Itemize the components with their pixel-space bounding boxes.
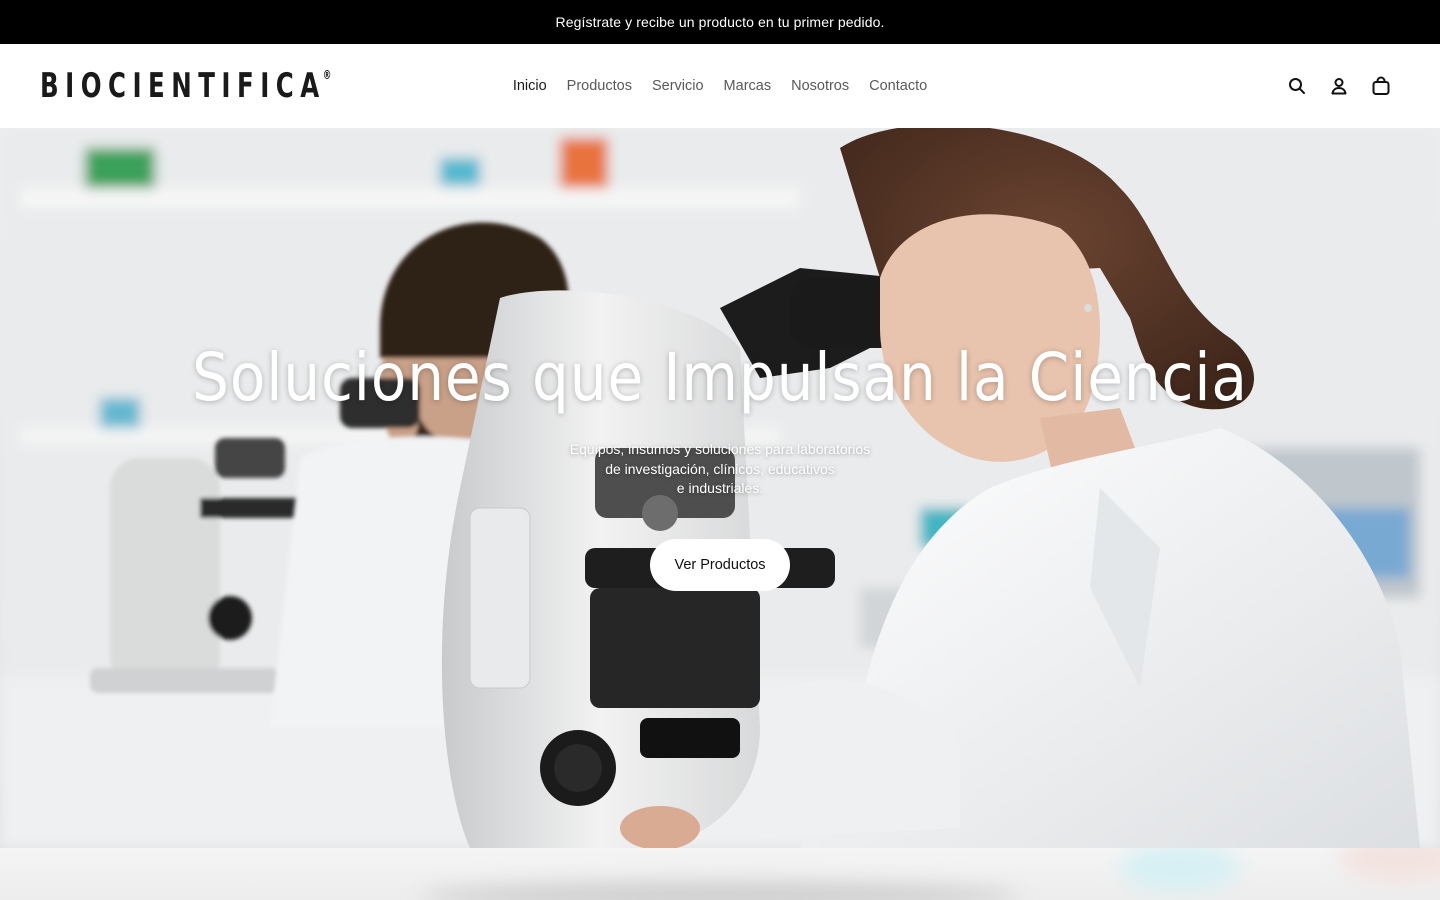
announcement-text: Regístrate y recibe un producto en tu pr… (555, 14, 885, 30)
next-section-preview (0, 848, 1440, 900)
nav-item-productos[interactable]: Productos (567, 78, 632, 94)
next-section-image (420, 848, 1440, 900)
announcement-bar: Regístrate y recibe un producto en tu pr… (0, 0, 1440, 44)
nav-item-inicio[interactable]: Inicio (513, 78, 547, 94)
brand-logo[interactable]: BIOCIENTIFICA ® (40, 66, 331, 106)
site-header: BIOCIENTIFICA ® Inicio Productos Servici… (0, 44, 1440, 128)
hero-subtitle-line: de investigación, clínicos, educativos (605, 460, 835, 477)
cart-icon[interactable] (1370, 75, 1392, 97)
registered-mark: ® (322, 68, 332, 82)
search-icon[interactable] (1286, 75, 1308, 97)
header-actions (1286, 74, 1392, 98)
hero-title: Soluciones que Impulsan la Ciencia (192, 339, 1248, 416)
nav-item-servicio[interactable]: Servicio (652, 78, 704, 94)
nav-item-contacto[interactable]: Contacto (869, 78, 927, 94)
hero-content: Soluciones que Impulsan la Ciencia Equip… (0, 338, 1440, 591)
hero-subtitle: Equipos, insumos y soluciones para labor… (560, 440, 880, 499)
view-products-button[interactable]: Ver Productos (650, 538, 790, 591)
hero-subtitle-line: e industriales. (676, 480, 764, 496)
account-icon[interactable] (1328, 75, 1350, 97)
nav-item-marcas[interactable]: Marcas (724, 78, 772, 94)
brand-name: BIOCIENTIFICA (40, 66, 326, 106)
hero-banner: Soluciones que Impulsan la Ciencia Equip… (0, 128, 1440, 848)
nav-item-nosotros[interactable]: Nosotros (791, 78, 849, 94)
hero-subtitle-line: Equipos, insumos y soluciones para labor… (569, 441, 871, 457)
